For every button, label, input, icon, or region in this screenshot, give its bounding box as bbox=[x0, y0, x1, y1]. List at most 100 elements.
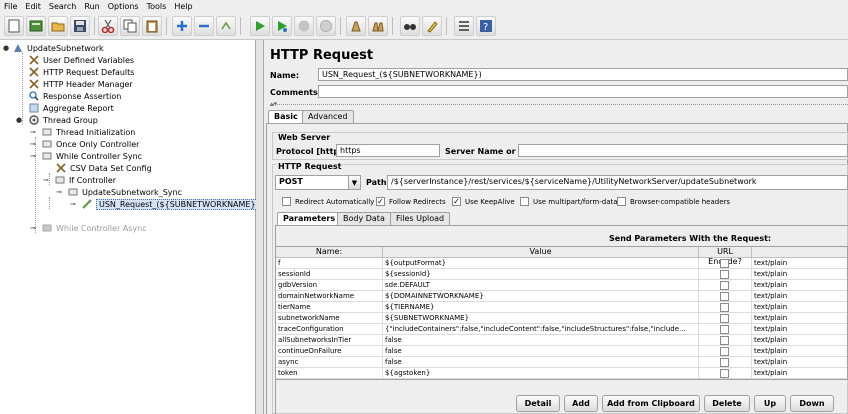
follow-redirects-checkbox[interactable]: ✓ Follow Redirects bbox=[376, 197, 446, 206]
column-header-name[interactable]: Name: bbox=[276, 247, 383, 258]
param-value-cell[interactable]: ${outputFormat} bbox=[383, 258, 699, 269]
content-type-cell[interactable]: text/plain bbox=[752, 291, 847, 302]
menu-search[interactable]: Search bbox=[45, 2, 80, 11]
use-keepalive-checkbox[interactable]: ✓ Use KeepAlive bbox=[452, 197, 515, 206]
shutdown-icon[interactable] bbox=[316, 16, 336, 36]
menu-tools[interactable]: Tools bbox=[143, 2, 171, 11]
help-icon[interactable]: ? bbox=[476, 16, 496, 36]
content-type-cell[interactable]: text/plain bbox=[752, 368, 847, 379]
url-encode-checkbox[interactable] bbox=[720, 347, 729, 356]
param-value-cell[interactable]: ${DOMAINNETWORKNAME} bbox=[383, 291, 699, 302]
url-encode-checkbox[interactable] bbox=[720, 270, 729, 279]
name-field[interactable]: USN_Request_(${SUBNETWORKNAME}) bbox=[318, 68, 848, 81]
tab-basic[interactable]: Basic bbox=[268, 110, 304, 123]
url-encode-checkbox[interactable] bbox=[720, 369, 729, 378]
path-field[interactable]: /${serverInstance}/rest/services/${servi… bbox=[387, 175, 848, 190]
tree-expand-handle[interactable]: ⊸ bbox=[56, 189, 62, 196]
content-type-cell[interactable]: text/plain bbox=[752, 335, 847, 346]
tree-item-user-defined-variables[interactable]: User Defined Variables bbox=[29, 54, 134, 66]
column-header-content-type[interactable] bbox=[752, 247, 847, 258]
browser-compatible-headers-checkbox[interactable]: Browser-compatible headers bbox=[617, 197, 730, 206]
protocol-field[interactable]: https bbox=[336, 144, 440, 157]
param-name-cell[interactable]: allSubnetworksInTier bbox=[276, 335, 383, 346]
templates-icon[interactable] bbox=[26, 16, 46, 36]
add-from-clipboard-button[interactable]: Add from Clipboard bbox=[602, 395, 700, 412]
param-value-cell[interactable]: ${TIERNAME} bbox=[383, 302, 699, 313]
tree-item-thread-initialization[interactable]: ⊸ Thread Initialization bbox=[30, 126, 135, 138]
content-type-cell[interactable]: text/plain bbox=[752, 357, 847, 368]
start-no-pauses-icon[interactable] bbox=[272, 16, 292, 36]
up-button[interactable]: Up bbox=[754, 395, 786, 412]
tree-item-while-controller-sync[interactable]: ⊸ While Controller Sync bbox=[30, 150, 142, 162]
tab-body-data[interactable]: Body Data bbox=[337, 212, 391, 225]
table-row[interactable]: subnetworkName ${SUBNETWORKNAME} text/plai… bbox=[276, 313, 847, 324]
tree-item-usn-request[interactable]: ⊸ USN_Request_(${SUBNETWORKNAME}) bbox=[70, 198, 262, 210]
tree-item-update-subnetwork-sync[interactable]: ⊸ UpdateSubnetwork_Sync bbox=[56, 186, 182, 198]
url-encode-checkbox[interactable] bbox=[720, 259, 729, 268]
stop-icon[interactable] bbox=[294, 16, 314, 36]
tree-item-http-header-manager[interactable]: HTTP Header Manager bbox=[29, 78, 133, 90]
collapse-icon[interactable] bbox=[194, 16, 214, 36]
menu-help[interactable]: Help bbox=[170, 2, 196, 11]
table-row[interactable]: f ${outputFormat} text/plain bbox=[276, 258, 847, 269]
param-name-cell[interactable]: sessionId bbox=[276, 269, 383, 280]
table-row[interactable]: token ${agstoken} text/plain bbox=[276, 368, 847, 379]
param-name-cell[interactable]: tierName bbox=[276, 302, 383, 313]
url-encode-checkbox[interactable] bbox=[720, 358, 729, 367]
toggle-icon[interactable] bbox=[216, 16, 236, 36]
param-value-cell[interactable]: ${SUBNETWORKNAME} bbox=[383, 313, 699, 324]
param-value-cell[interactable]: false bbox=[383, 357, 699, 368]
tab-parameters[interactable]: Parameters bbox=[277, 212, 342, 225]
cut-icon[interactable] bbox=[98, 16, 118, 36]
comments-field[interactable] bbox=[318, 85, 848, 98]
save-icon[interactable] bbox=[70, 16, 90, 36]
tree-item-if-controller[interactable]: ⊸ If Controller bbox=[43, 174, 116, 186]
table-row[interactable]: tierName ${TIERNAME} text/plain bbox=[276, 302, 847, 313]
table-row[interactable]: allSubnetworksInTier false text/plain bbox=[276, 335, 847, 346]
content-type-cell[interactable]: text/plain bbox=[752, 302, 847, 313]
param-value-cell[interactable]: ${agstoken} bbox=[383, 368, 699, 379]
content-type-cell[interactable]: text/plain bbox=[752, 280, 847, 291]
param-name-cell[interactable]: token bbox=[276, 368, 383, 379]
param-name-cell[interactable]: subnetworkName bbox=[276, 313, 383, 324]
clear-icon[interactable] bbox=[346, 16, 366, 36]
tree-expand-handle[interactable]: ⊸ bbox=[30, 129, 36, 136]
param-name-cell[interactable]: gdbVersion bbox=[276, 280, 383, 291]
param-name-cell[interactable]: domainNetworkName bbox=[276, 291, 383, 302]
new-icon[interactable] bbox=[4, 16, 24, 36]
column-header-value[interactable]: Value bbox=[383, 247, 699, 258]
chevron-down-icon[interactable]: ▼ bbox=[348, 176, 360, 189]
tree-item-csv-data-set-config[interactable]: CSV Data Set Config bbox=[56, 162, 152, 174]
table-row[interactable]: async false text/plain bbox=[276, 357, 847, 368]
tree-item-once-only-controller[interactable]: ⊸ Once Only Controller bbox=[30, 138, 139, 150]
open-icon[interactable] bbox=[48, 16, 68, 36]
content-type-cell[interactable]: text/plain bbox=[752, 269, 847, 280]
tree-expand-handle[interactable]: ⊸ bbox=[30, 153, 36, 160]
param-value-cell[interactable]: sde.DEFAULT bbox=[383, 280, 699, 291]
tree-expand-handle[interactable]: ● bbox=[16, 117, 22, 124]
url-encode-checkbox[interactable] bbox=[720, 303, 729, 312]
param-value-cell[interactable]: {"includeContainers":false,"includeConte… bbox=[383, 324, 699, 335]
param-value-cell[interactable]: ${sessionId} bbox=[383, 269, 699, 280]
tree-item-response-assertion[interactable]: Response Assertion bbox=[29, 90, 121, 102]
tree-expand-handle[interactable]: ● bbox=[3, 45, 9, 52]
table-row[interactable]: domainNetworkName ${DOMAINNETWORKNAME} tex… bbox=[276, 291, 847, 302]
url-encode-checkbox[interactable] bbox=[720, 325, 729, 334]
url-encode-checkbox[interactable] bbox=[720, 292, 729, 301]
url-encode-checkbox[interactable] bbox=[720, 314, 729, 323]
table-row[interactable]: gdbVersion sde.DEFAULT text/plain bbox=[276, 280, 847, 291]
content-type-cell[interactable]: text/plain bbox=[752, 313, 847, 324]
param-name-cell[interactable]: traceConfiguration bbox=[276, 324, 383, 335]
column-header-url-encode[interactable]: URL Encode? bbox=[699, 247, 752, 266]
menu-options[interactable]: Options bbox=[104, 2, 143, 11]
delete-button[interactable]: Delete bbox=[704, 395, 750, 412]
menu-run[interactable]: Run bbox=[80, 2, 103, 11]
param-value-cell[interactable]: false bbox=[383, 346, 699, 357]
tree-item-http-request-defaults[interactable]: HTTP Request Defaults bbox=[29, 66, 134, 78]
detail-button[interactable]: Detail bbox=[516, 395, 560, 412]
tree-expand-handle[interactable]: ⊸ bbox=[70, 201, 76, 208]
clear-all-icon[interactable] bbox=[368, 16, 388, 36]
param-name-cell[interactable]: f bbox=[276, 258, 383, 269]
add-button[interactable]: Add bbox=[564, 395, 598, 412]
start-icon[interactable] bbox=[250, 16, 270, 36]
